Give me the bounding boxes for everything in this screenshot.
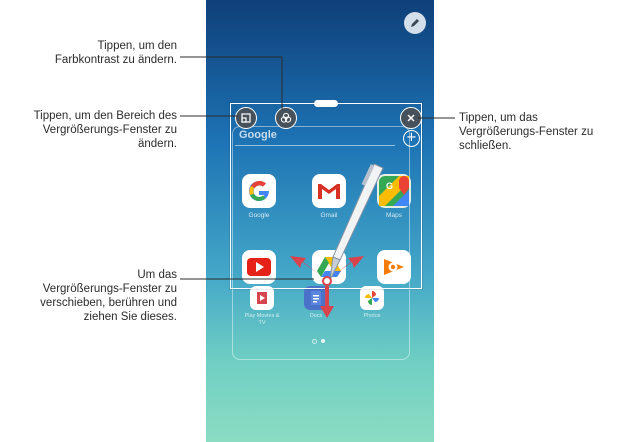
drag-arrows-icon bbox=[290, 256, 364, 318]
overlay-graphics bbox=[180, 56, 455, 318]
